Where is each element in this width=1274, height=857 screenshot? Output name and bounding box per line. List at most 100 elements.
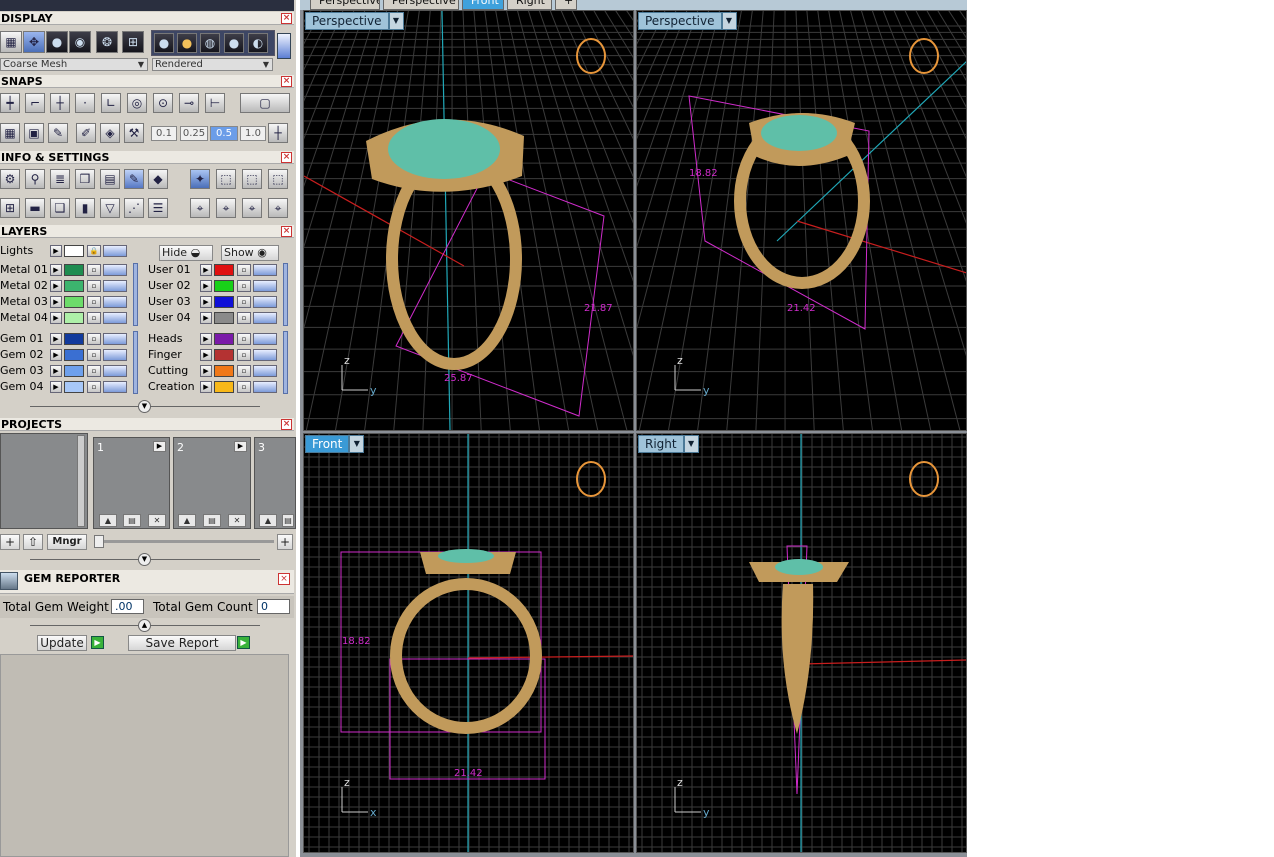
save-report-button[interactable]: Save Report [128,635,236,651]
layer-row[interactable]: Metal 03 ▶ ▫ [0,295,132,309]
bookmark-icon[interactable]: ▮ [75,198,95,218]
snap-plane-icon[interactable]: ▦ [0,123,20,143]
snap-tool-icon[interactable]: ⚒ [124,123,144,143]
play-icon[interactable]: ▶ [200,333,212,345]
layer-color-swatch[interactable] [64,333,84,345]
delete-icon[interactable]: ✕ [228,514,246,527]
layer-color-swatch[interactable] [64,264,84,276]
lock-icon[interactable]: ▫ [87,381,101,393]
visibility-toggle[interactable] [253,280,277,292]
layer-color-swatch[interactable] [214,381,234,393]
show-button[interactable]: Show ◉ [221,245,279,261]
layer-color-swatch[interactable] [214,312,234,324]
visibility-toggle[interactable] [103,296,127,308]
layer-row[interactable]: Gem 01 ▶ ▫ [0,332,132,346]
layer-color-swatch[interactable] [64,349,84,361]
visibility-toggle[interactable] [253,333,277,345]
monitor-icon[interactable]: ▬ [25,198,45,218]
layer-color-swatch[interactable] [64,296,84,308]
project-slider-track[interactable] [94,540,274,543]
snap-value-3[interactable]: 1.0 [240,126,266,141]
viewport-label[interactable]: Front ▼ [305,435,365,453]
play-icon[interactable]: ▶ [50,280,62,292]
snap-perp-icon[interactable]: ⊢ [205,93,225,113]
chevron-down-icon[interactable]: ▼ [349,435,365,453]
snap-center-icon[interactable]: ◎ [127,93,147,113]
lock-icon[interactable]: ▫ [87,264,101,276]
viewport-label[interactable]: Right ▼ [638,435,699,453]
layer-row[interactable]: Creation ▶ ▫ [148,380,280,394]
play-icon[interactable]: ▶ [200,280,212,292]
chevron-down-icon[interactable]: ▼ [388,12,404,30]
scale-icon[interactable]: ⌖ [216,198,236,218]
material-4-icon[interactable]: ● [224,33,244,53]
lock-icon[interactable]: ▫ [237,381,251,393]
layer-color-swatch[interactable] [214,365,234,377]
play-icon[interactable]: ▶ [234,441,247,452]
lock-icon[interactable]: ▫ [87,365,101,377]
box-icon[interactable]: ❑ [50,198,70,218]
close-icon[interactable]: × [281,226,292,237]
points-icon[interactable]: ⋰ [124,198,144,218]
settings-gear-icon[interactable]: ⚙ [0,169,20,189]
update-button[interactable]: Update [37,635,87,651]
up-arrow-icon[interactable]: ⇧ [23,534,43,550]
mirror-icon[interactable]: ⌖ [268,198,288,218]
material-3-icon[interactable]: ◍ [200,33,220,53]
close-icon[interactable]: × [278,573,290,585]
layer-row[interactable]: Metal 01 ▶ ▫ [0,263,132,277]
layer-row[interactable]: User 01 ▶ ▫ [148,263,280,277]
snap-value-1[interactable]: 0.25 [180,126,208,141]
render-select[interactable]: Rendered ▼ [152,58,273,71]
layer-row[interactable]: Gem 03 ▶ ▫ [0,364,132,378]
play-icon[interactable]: ▶ [200,312,212,324]
play-icon[interactable]: ▶ [50,381,62,393]
filter-icon[interactable]: ▽ [100,198,120,218]
zoom-plus-button[interactable]: + [277,534,293,550]
add-project-button[interactable]: + [0,534,20,550]
visibility-toggle[interactable] [253,312,277,324]
collapse-icon[interactable]: ▲ [138,619,151,632]
gizmo-icon[interactable]: ✥ [23,31,45,53]
tab-3[interactable]: Front [462,0,504,10]
play-icon[interactable]: ▶ [50,333,62,345]
delete-icon[interactable]: ✕ [148,514,166,527]
viewport-label[interactable]: Perspective ▼ [305,12,404,30]
mesh-select[interactable]: Coarse Mesh ▼ [0,58,148,71]
lights-row[interactable]: Lights ▶ 🔒 [0,244,140,258]
shaded-sphere-icon[interactable]: ◉ [69,31,91,53]
save-icon[interactable]: ▤ [123,514,141,527]
layer-color-swatch[interactable] [64,381,84,393]
project-list-scrollbar[interactable] [77,435,85,527]
layers-left-scroll[interactable] [133,263,138,326]
layer-color-swatch[interactable] [64,280,84,292]
viewport-perspective-1[interactable]: z y 21.87 25.87 Perspective ▼ [303,10,634,431]
play-icon[interactable]: ▶ [50,264,62,276]
layer-color-swatch[interactable] [214,349,234,361]
wireframe-icon[interactable]: ▦ [0,31,22,53]
viewport-layout-icon[interactable]: ⊞ [0,198,20,218]
collapse-icon[interactable]: ▼ [138,400,151,413]
collapse-icon[interactable]: ▼ [138,553,151,566]
layer-color-swatch[interactable] [214,333,234,345]
hide-button[interactable]: Hide ◒ [159,245,213,261]
upload-icon[interactable]: ▲ [259,514,277,527]
play-icon[interactable]: ▶ [200,365,212,377]
visibility-toggle[interactable] [103,381,127,393]
snap-point-icon[interactable]: · [75,93,95,113]
layer-color-swatch[interactable] [214,264,234,276]
transform-icon[interactable]: ⌖ [190,198,210,218]
display-scroll[interactable] [277,33,291,59]
visibility-toggle[interactable] [253,349,277,361]
tab-1[interactable]: Perspective [310,0,380,10]
visibility-toggle[interactable] [253,264,277,276]
lock-icon[interactable]: ▫ [87,312,101,324]
select-cross-icon[interactable]: ⬚ [242,169,262,189]
play-icon[interactable]: ▶ [200,381,212,393]
cube-info-icon[interactable]: ❒ [75,169,95,189]
visibility-toggle[interactable] [103,349,127,361]
play-icon[interactable]: ▶ [50,365,62,377]
play-icon[interactable]: ▶ [50,312,62,324]
snap-vertex-icon[interactable]: ┿ [0,93,20,113]
layer-color-swatch[interactable] [214,280,234,292]
